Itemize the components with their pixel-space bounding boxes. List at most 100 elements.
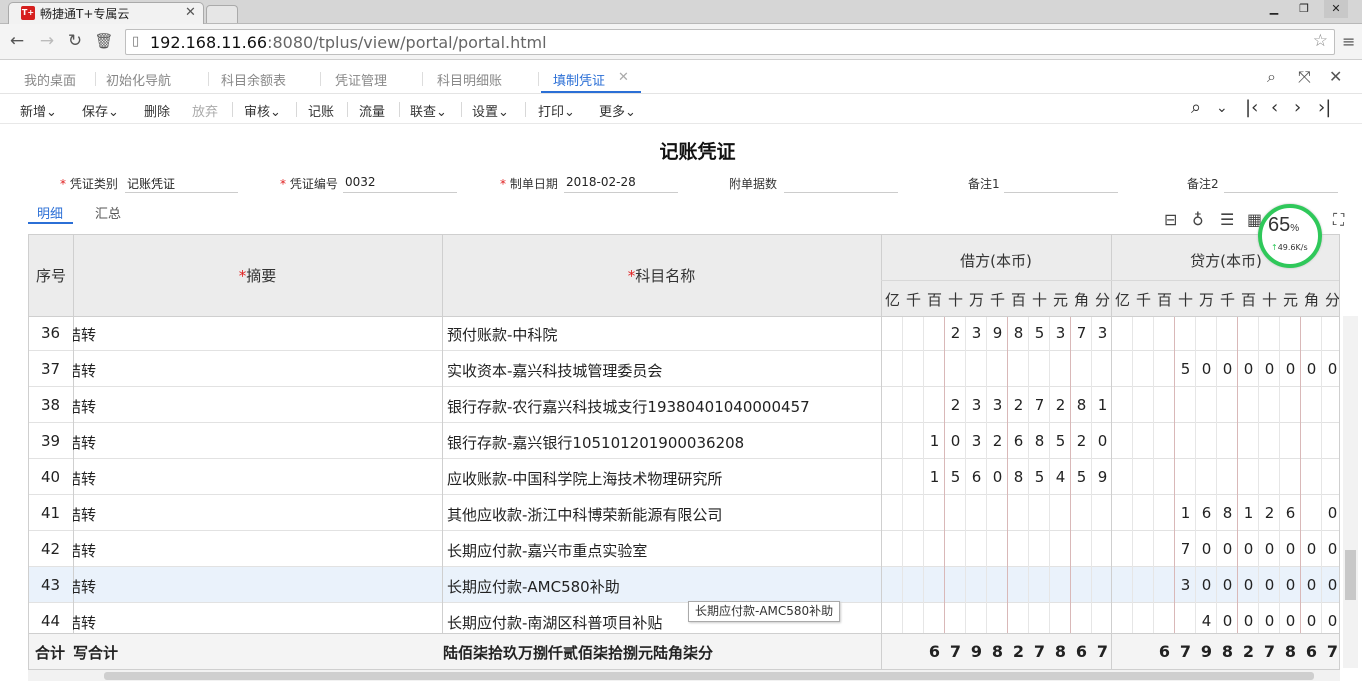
remark1-input[interactable] [1004, 192, 1118, 193]
network-speed-widget[interactable]: 65% ↑49.6K/s [1258, 204, 1322, 268]
reload-icon[interactable]: ↻ [64, 30, 86, 52]
digit-divider [1028, 567, 1029, 603]
insert-row-icon[interactable]: ⊟ [1164, 210, 1177, 229]
discard-button[interactable]: 放弃 [192, 101, 218, 120]
row-summary[interactable]: 结转 [73, 576, 96, 597]
tab-summary[interactable]: 汇总 [95, 203, 121, 222]
list-settings-icon[interactable]: ☰ [1220, 210, 1234, 229]
chevron-down-icon[interactable]: ⌄ [1216, 100, 1228, 116]
row-summary[interactable]: 结转 [73, 468, 96, 489]
row-summary[interactable]: 结转 [73, 612, 96, 633]
digit-divider [923, 603, 924, 633]
save-button[interactable]: 保存⌄ [82, 101, 119, 120]
post-button[interactable]: 记账 [308, 101, 334, 120]
row-account[interactable]: 银行存款-农行嘉兴科技城支行19380401040000457 [447, 396, 810, 417]
row-summary[interactable]: 结转 [73, 432, 96, 453]
row-account[interactable]: 其他应收款-浙江中科博荣新能源有限公司 [447, 504, 722, 525]
horizontal-scrollbar[interactable] [28, 670, 1340, 681]
back-icon[interactable]: ← [6, 30, 28, 52]
digit-divider [902, 567, 903, 603]
settings-button[interactable]: 设置⌄ [472, 101, 509, 120]
settings-label: 设置 [472, 105, 499, 120]
row-summary[interactable]: 结转 [73, 360, 96, 381]
row-account[interactable]: 长期应付款-南湖区科普项目补贴 [447, 612, 662, 633]
close-tab-icon[interactable]: ✕ [185, 3, 196, 23]
trash-icon[interactable]: 🗑 [93, 30, 115, 52]
money-bag-icon[interactable]: ♁ [1192, 210, 1204, 229]
restore-icon[interactable]: ❐ [1292, 0, 1316, 18]
row-summary[interactable]: 结转 [73, 396, 96, 417]
more-button[interactable]: 更多⌄ [599, 101, 636, 120]
row-account[interactable]: 银行存款-嘉兴银行105101201900036208 [447, 432, 744, 453]
flow-button[interactable]: 流量 [359, 101, 385, 120]
new-label: 新增 [20, 105, 47, 120]
minimize-icon[interactable]: ▁ [1262, 0, 1286, 18]
search-icon[interactable]: ⌕ [1267, 67, 1276, 87]
header-split-line [881, 280, 1339, 281]
tab-account-detail[interactable]: 科目明细账 [437, 70, 502, 89]
collapse-icon[interactable]: ⤧ [1298, 67, 1311, 87]
row-account[interactable]: 预付账款-中科院 [447, 324, 557, 345]
table-row[interactable]: 38 结转 银行存款-农行嘉兴科技城支行19380401040000457 2 3 3 2 7… [29, 387, 1339, 423]
row-account[interactable]: 长期应付款-AMC580补助 [447, 576, 620, 597]
remark2-input[interactable] [1224, 192, 1338, 193]
tab-my-desktop[interactable]: 我的桌面 [24, 70, 76, 89]
query-button[interactable]: 联查⌄ [410, 101, 447, 120]
first-record-icon[interactable]: |‹ [1245, 97, 1258, 118]
tab-divider [320, 72, 321, 86]
table-row[interactable]: 41 结转 其他应收款-浙江中科博荣新能源有限公司 1 6 8 1 2 6 0 [29, 495, 1339, 531]
table-row[interactable]: 37 结转 实收资本-嘉兴科技城管理委员会 5 0 0 0 0 0 0 0 [29, 351, 1339, 387]
scroll-thumb[interactable] [104, 672, 1314, 680]
close-window-icon[interactable]: ✕ [1324, 0, 1348, 18]
credit-digit: 3 [1180, 576, 1191, 594]
delete-button[interactable]: 删除 [144, 101, 170, 120]
tab-voucher-mgmt[interactable]: 凭证管理 [335, 70, 387, 89]
voucher-type-value[interactable]: 记账凭证 [127, 175, 175, 192]
bookmark-star-icon[interactable]: ☆ [1313, 31, 1328, 51]
find-voucher-icon[interactable]: ⌕ [1191, 97, 1201, 118]
prev-record-icon[interactable]: ‹ [1271, 97, 1278, 118]
scroll-thumb[interactable] [1345, 550, 1356, 600]
voucher-number-value[interactable]: 0032 [345, 175, 376, 189]
fullscreen-icon[interactable]: ⛶ [1333, 210, 1344, 230]
tab-detail[interactable]: 明细 [37, 203, 63, 222]
browser-tab[interactable]: T+ 畅捷通T+专属云 ✕ [8, 2, 204, 24]
digit-divider [1007, 495, 1008, 531]
table-row[interactable]: 39 结转 银行存款-嘉兴银行105101201900036208 1 0 3 2 6 8 5 2 0 [29, 423, 1339, 459]
debit-digit: 5 [1034, 324, 1045, 342]
row-account[interactable]: 长期应付款-嘉兴市重点实验室 [447, 540, 647, 561]
row-summary[interactable]: 结转 [73, 540, 96, 561]
next-record-icon[interactable]: › [1294, 97, 1301, 118]
table-row[interactable]: 44 结转 长期应付款-南湖区科普项目补贴 4 0 0 0 0 0 0 [29, 603, 1339, 633]
col-divider [881, 495, 882, 531]
row-seq: 40 [41, 468, 61, 486]
audit-button[interactable]: 审核⌄ [244, 101, 281, 120]
tab-account-balance[interactable]: 科目余额表 [221, 70, 286, 89]
row-summary[interactable]: 结转 [73, 324, 96, 345]
tab-fill-voucher[interactable]: 填制凭证 [553, 70, 605, 89]
tab-init-guide[interactable]: 初始化导航 [106, 70, 171, 89]
attachments-input[interactable] [784, 192, 898, 193]
row-account[interactable]: 实收资本-嘉兴科技城管理委员会 [447, 360, 662, 381]
url-input[interactable]: ▯ 192.168.11.66:8080/tplus/view/portal/p… [125, 29, 1335, 55]
close-tab-voucher-icon[interactable]: ✕ [618, 70, 629, 85]
table-row[interactable]: 40 结转 应收账款-中国科学院上海技术物理研究所 1 5 6 0 8 5 4 5 9 [29, 459, 1339, 495]
voucher-date-value[interactable]: 2018-02-28 [566, 175, 636, 189]
chevron-down-icon: ⌄ [46, 105, 57, 120]
table-row[interactable]: 36 结转 预付账款-中科院 2 3 9 8 5 3 7 3 [29, 317, 1339, 351]
col-divider [881, 459, 882, 495]
new-button[interactable]: 新增⌄ [20, 101, 57, 120]
table-row[interactable]: 43 结转 长期应付款-AMC580补助 3 0 0 0 0 0 0 0 [29, 567, 1339, 603]
row-account[interactable]: 应收账款-中国科学院上海技术物理研究所 [447, 468, 722, 489]
new-tab-button[interactable] [206, 5, 238, 23]
table-row[interactable]: 42 结转 长期应付款-嘉兴市重点实验室 7 0 0 0 0 0 0 0 [29, 531, 1339, 567]
close-all-icon[interactable]: ✕ [1329, 67, 1342, 86]
print-button[interactable]: 打印⌄ [538, 101, 575, 120]
last-record-icon[interactable]: ›| [1318, 97, 1331, 118]
digit-divider [1300, 387, 1301, 423]
forward-icon[interactable]: → [36, 30, 58, 52]
browser-menu-icon[interactable]: ≡ [1342, 32, 1355, 51]
digit-divider [1049, 495, 1050, 531]
row-summary[interactable]: 结转 [73, 504, 96, 525]
vertical-scrollbar[interactable] [1343, 316, 1358, 668]
